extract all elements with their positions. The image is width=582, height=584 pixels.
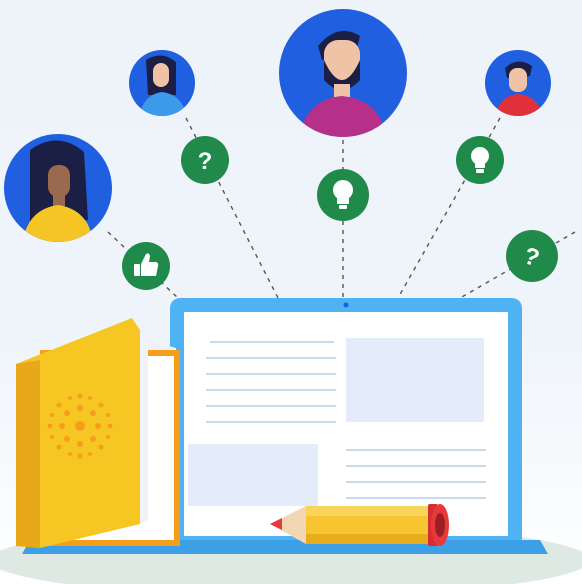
book [16, 318, 180, 548]
image-placeholder-bottom [188, 444, 318, 506]
thumbs-up-bubble [122, 242, 170, 290]
image-placeholder-top [346, 338, 484, 422]
education-collaboration-illustration: ? ? [0, 0, 582, 584]
illustration-scene: ? ? [0, 0, 582, 584]
lightbulb-bubble-right [456, 136, 504, 184]
lightbulb-bubble-center [317, 169, 369, 221]
question-bubble-right: ? [506, 230, 558, 282]
question-mark-icon: ? [198, 148, 213, 175]
laptop-camera [343, 302, 349, 308]
question-bubble-left: ? [181, 136, 229, 184]
book-spine [16, 360, 40, 548]
